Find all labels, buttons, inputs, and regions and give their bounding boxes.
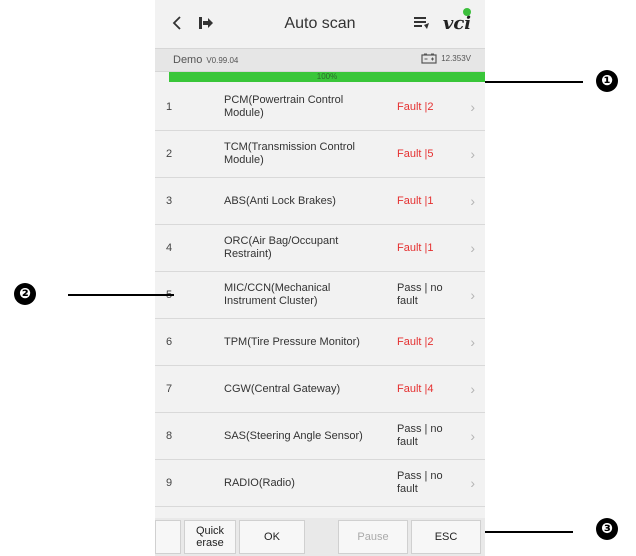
system-row[interactable]: 7 CGW(Central Gateway) Fault |4 › <box>155 366 485 413</box>
callout-marker-3: ❸ <box>596 518 618 540</box>
system-status: Pass | no fault <box>397 423 443 448</box>
chevron-right-icon: › <box>470 381 475 397</box>
esc-button[interactable]: ESC <box>411 520 481 554</box>
callout-marker-2: ❷ <box>14 283 36 305</box>
system-row[interactable]: 2 TCM(Transmission Control Module) Fault |… <box>155 131 485 178</box>
system-name: RADIO(Radio) <box>224 476 295 489</box>
system-name: CGW(Central Gateway) <box>224 382 341 395</box>
demo-info: Demo V0.99.04 <box>173 54 238 66</box>
chevron-right-icon: › <box>470 428 475 444</box>
chevron-right-icon: › <box>470 146 475 162</box>
demo-label: Demo <box>173 54 203 66</box>
system-name: SAS(Steering Angle Sensor) <box>224 429 363 442</box>
system-status: Fault |2 <box>397 335 434 348</box>
bottom-toolbar: Quick erase OK Pause ESC <box>155 518 485 556</box>
system-status: Fault |2 <box>397 100 434 113</box>
version-label: V0.99.04 <box>206 56 239 65</box>
system-name: TPM(Tire Pressure Monitor) <box>224 335 360 348</box>
system-name: MIC/CCN(Mechanical Instrument Cluster) <box>224 282 331 307</box>
callout-line-3 <box>485 531 573 533</box>
chevron-right-icon: › <box>470 193 475 209</box>
system-number: 3 <box>165 195 173 207</box>
system-number: 2 <box>165 148 173 160</box>
vci-connected-dot <box>463 8 471 16</box>
system-row[interactable]: 1 PCM(Powertrain Control Module) Fault |2 › <box>155 84 485 131</box>
callout-marker-1: ❶ <box>596 70 618 92</box>
scan-progress-bar: 100% <box>169 72 485 82</box>
auto-scan-screen: Auto scan vci Demo V0.99.04 12.353V 100%… <box>155 0 485 556</box>
system-number: 9 <box>165 477 173 489</box>
chevron-left-icon[interactable] <box>167 10 187 36</box>
battery-voltage: 12.353V <box>421 53 471 64</box>
ok-button[interactable]: OK <box>239 520 305 554</box>
system-row[interactable]: 9 RADIO(Radio) Pass | no fault › <box>155 460 485 507</box>
exit-icon[interactable] <box>195 10 217 36</box>
report-icon[interactable] <box>411 10 433 36</box>
system-status: Pass | no fault <box>397 470 443 495</box>
status-subbar: Demo V0.99.04 12.353V <box>155 48 485 72</box>
chevron-right-icon: › <box>470 287 475 303</box>
system-status: Fault |5 <box>397 147 434 160</box>
system-status: Fault |4 <box>397 382 434 395</box>
system-number: 7 <box>165 383 173 395</box>
system-name: ORC(Air Bag/Occupant Restraint) <box>224 235 339 260</box>
battery-icon <box>421 53 437 64</box>
system-name: PCM(Powertrain Control Module) <box>224 94 344 119</box>
callout-line-1 <box>485 81 583 83</box>
system-row[interactable]: 3 ABS(Anti Lock Brakes) Fault |1 › <box>155 178 485 225</box>
scroll-left-button[interactable] <box>155 520 181 554</box>
vci-status-icon[interactable]: vci <box>439 8 475 36</box>
pause-button[interactable]: Pause <box>338 520 408 554</box>
system-number: 4 <box>165 242 173 254</box>
quick-erase-button[interactable]: Quick erase <box>184 520 236 554</box>
voltage-value: 12.353V <box>441 54 471 63</box>
system-number: 1 <box>165 101 173 113</box>
chevron-right-icon: › <box>470 475 475 491</box>
system-row[interactable]: 8 SAS(Steering Angle Sensor) Pass | no fau… <box>155 413 485 460</box>
system-status: Fault |1 <box>397 194 434 207</box>
system-number: 8 <box>165 430 173 442</box>
chevron-right-icon: › <box>470 334 475 350</box>
system-row[interactable]: 5MIC/CCN(Mechanical Instrument Cluster)P… <box>155 272 485 319</box>
system-name: TCM(Transmission Control Module) <box>224 141 356 166</box>
chevron-right-icon: › <box>470 99 475 115</box>
system-list: 1 PCM(Powertrain Control Module) Fault |2 ›… <box>155 84 485 507</box>
chevron-right-icon: › <box>470 240 475 256</box>
system-number: 6 <box>165 336 173 348</box>
system-row[interactable]: 6 TPM(Tire Pressure Monitor) Fault |2 › <box>155 319 485 366</box>
progress-label: 100% <box>316 72 338 81</box>
callout-line-2 <box>68 294 174 296</box>
system-name: ABS(Anti Lock Brakes) <box>224 194 336 207</box>
header-bar: Auto scan vci <box>155 0 485 48</box>
system-status: Pass | no fault <box>397 282 443 307</box>
system-status: Fault |1 <box>397 241 434 254</box>
system-row[interactable]: 4 ORC(Air Bag/Occupant Restraint) Fault |1… <box>155 225 485 272</box>
